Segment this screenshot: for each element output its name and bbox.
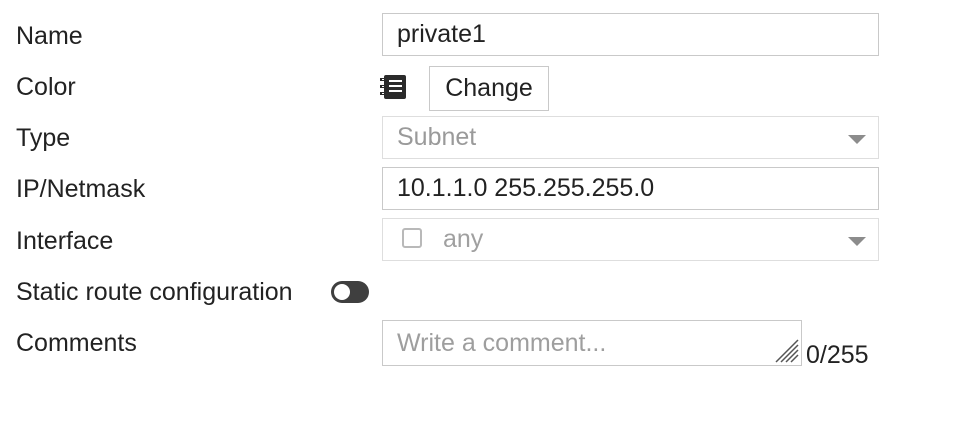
type-label: Type xyxy=(16,124,71,152)
type-select-value: Subnet xyxy=(397,123,477,151)
static-route-toggle[interactable] xyxy=(331,281,369,303)
ip-netmask-input[interactable]: 10.1.1.0 255.255.255.0 xyxy=(382,167,879,210)
toggle-knob xyxy=(334,284,350,300)
type-select[interactable]: Subnet xyxy=(382,116,879,159)
comments-placeholder: Write a comment... xyxy=(397,329,607,357)
static-route-label: Static route configuration xyxy=(16,278,293,306)
color-label: Color xyxy=(16,73,76,101)
interface-checkbox[interactable] xyxy=(402,228,422,248)
interface-label: Interface xyxy=(16,227,114,255)
name-input[interactable]: private1 xyxy=(382,13,879,56)
interface-select-value: any xyxy=(443,225,484,253)
comments-character-counter: 0/255 xyxy=(806,341,869,369)
comments-label: Comments xyxy=(16,329,137,357)
chevron-down-icon xyxy=(848,135,866,144)
change-color-button[interactable]: Change xyxy=(429,66,549,111)
interface-select[interactable]: any xyxy=(382,218,879,261)
chevron-down-icon xyxy=(848,237,866,246)
ip-netmask-label: IP/Netmask xyxy=(16,175,146,203)
comments-textarea[interactable]: Write a comment... xyxy=(382,320,802,366)
name-label: Name xyxy=(16,22,83,50)
color-swatch-icon xyxy=(380,75,406,99)
resize-grip-icon[interactable] xyxy=(774,338,800,364)
